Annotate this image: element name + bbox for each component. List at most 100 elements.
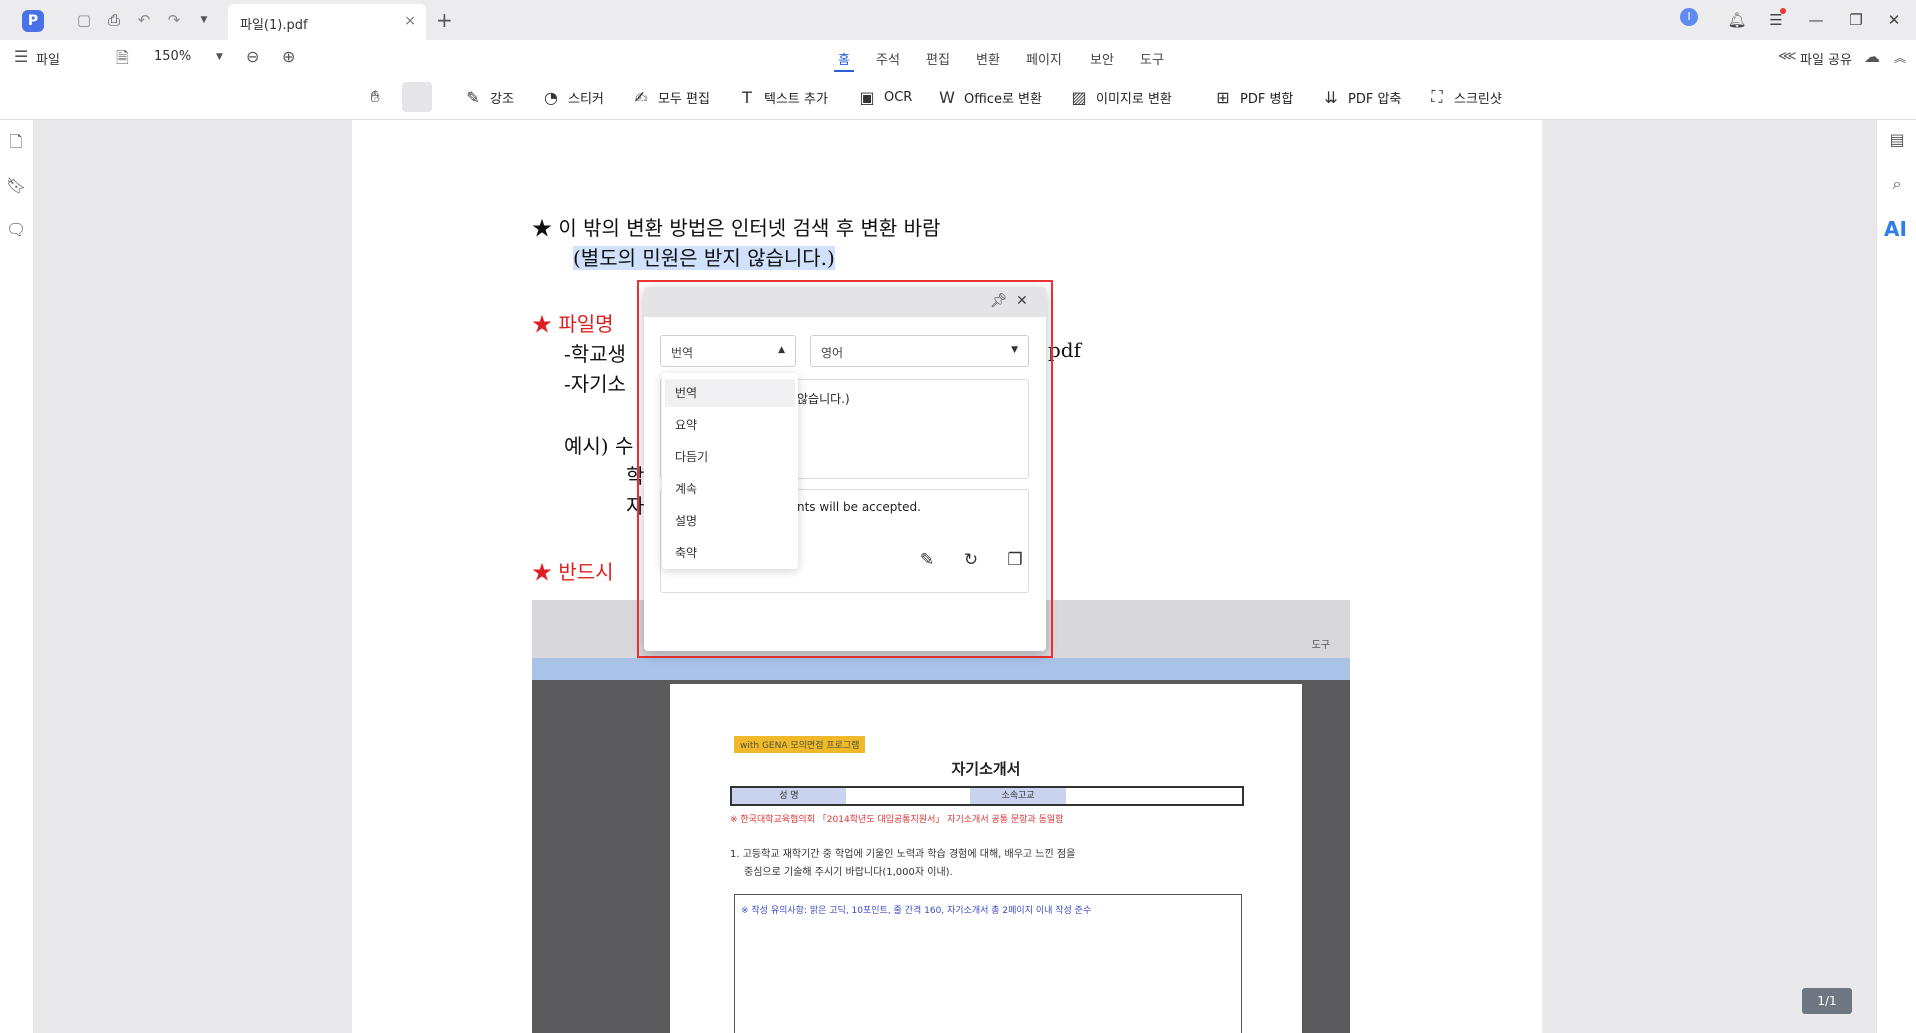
embedded-note: ※ 한국대학교육협의회 「2014학년도 대입공통지원서」 자기소개서 공통 문… xyxy=(730,815,1064,825)
ocr-label: OCR xyxy=(884,89,913,105)
app-logo-icon[interactable]: P xyxy=(22,10,44,32)
thumbnail-icon[interactable]: 🗋︎ xyxy=(6,132,26,152)
convert-to-office-button[interactable]: W Office로 변환 xyxy=(936,84,1042,110)
sticker-icon: ◔ xyxy=(544,87,558,107)
selected-text-highlight[interactable]: (별도의 민원은 받지 않습니다.) xyxy=(573,246,835,270)
ribbon-toolbar: ✋︎ ➚ ✎강조 ◔스티커 ✍︎모두 편집 T텍스트 추가 ▣OCR WOffi… xyxy=(0,74,1916,120)
tab-page[interactable]: 페이지 xyxy=(1026,49,1062,68)
language-select[interactable]: 영어 ▼ xyxy=(810,335,1029,367)
save-icon[interactable]: ▢ xyxy=(74,10,94,30)
option-translate[interactable]: 번역 xyxy=(665,379,795,407)
embedded-answer-box: ※ 작성 유의사항: 맑은 고딕, 10포인트, 줄 간격 160, 자기소개서… xyxy=(734,894,1242,1033)
copy-icon[interactable]: ❐ xyxy=(1004,549,1026,571)
tab-edit[interactable]: 편집 xyxy=(926,49,950,68)
screenshot-icon: ⛶ xyxy=(1431,87,1443,106)
image-icon: ▨ xyxy=(1071,87,1087,107)
edit-all-label: 모두 편집 xyxy=(658,91,710,107)
word-doc-icon: W xyxy=(939,87,955,107)
file-menu[interactable]: 파일 xyxy=(36,49,60,68)
comment-icon[interactable]: 🗨︎ xyxy=(6,220,26,240)
close-window-icon[interactable]: ✕ xyxy=(1882,8,1906,32)
minimize-icon[interactable]: — xyxy=(1804,8,1828,32)
option-shorten[interactable]: 축약 xyxy=(665,539,795,567)
ocr-button[interactable]: ▣ OCR xyxy=(856,84,912,110)
print-icon[interactable]: ⎙ xyxy=(104,10,124,30)
convert-to-office-label: Office로 변환 xyxy=(964,91,1042,107)
sticker-label: 스티커 xyxy=(568,91,604,107)
screenshot-label: 스크린샷 xyxy=(1454,91,1502,107)
add-text-label: 텍스트 추가 xyxy=(764,91,828,107)
merge-pdf-button[interactable]: ⊞ PDF 병합 xyxy=(1212,84,1293,110)
option-summarize[interactable]: 요약 xyxy=(665,411,795,439)
user-avatar[interactable]: I xyxy=(1680,8,1698,26)
add-text-button[interactable]: T 텍스트 추가 xyxy=(736,84,828,110)
zoom-out-icon[interactable]: ⊖ xyxy=(246,47,259,66)
doc-heading-filename: ★ 파일명 xyxy=(532,312,614,336)
regenerate-icon[interactable]: ↻ xyxy=(960,549,982,571)
highlighter-icon: ✎ xyxy=(466,87,480,107)
embedded-document-page: with GENA 모의면접 프로그램 자기소개서 성 명 소속고교 ※ 한국대… xyxy=(670,684,1302,1033)
tab-home[interactable]: 홈 xyxy=(838,49,850,68)
notification-bell-icon[interactable]: 🔔︎ xyxy=(1725,8,1749,32)
pin-icon[interactable]: 📌︎ xyxy=(990,293,1008,309)
redo-icon[interactable]: ↷ xyxy=(164,10,184,30)
document-tab[interactable]: 파일(1).pdf × xyxy=(228,4,426,40)
hand-tool[interactable]: ✋︎ xyxy=(364,84,392,110)
popup-header: 📌︎ ✕ xyxy=(644,287,1046,317)
embedded-box-text: ※ 작성 유의사항: 맑은 고딕, 10포인트, 줄 간격 160, 자기소개서… xyxy=(741,906,1092,916)
restore-icon[interactable]: ❐ xyxy=(1844,8,1868,32)
tab-tools[interactable]: 도구 xyxy=(1140,49,1164,68)
edit-all-button[interactable]: ✍︎ 모두 편집 xyxy=(630,84,710,110)
bookmark-icon[interactable]: 🔖︎ xyxy=(6,176,26,196)
option-refine[interactable]: 다듬기 xyxy=(665,443,795,471)
search-icon[interactable]: ⌕ xyxy=(1887,174,1907,194)
ocr-icon: ▣ xyxy=(859,87,875,107)
tab-comment[interactable]: 주석 xyxy=(876,49,900,68)
left-sidebar: 🗋︎ 🔖︎ 🗨︎ xyxy=(0,120,34,1033)
convert-to-image-label: 이미지로 변환 xyxy=(1096,91,1172,107)
cloud-upload-icon[interactable]: ☁ xyxy=(1864,47,1880,66)
embedded-name-table: 성 명 소속고교 xyxy=(730,786,1244,806)
sticker-button[interactable]: ◔ 스티커 xyxy=(540,84,604,110)
merge-icon: ⊞ xyxy=(1216,87,1230,107)
mode-select[interactable]: 번역 ▲ xyxy=(660,335,796,367)
convert-to-image-button[interactable]: ▨ 이미지로 변환 xyxy=(1068,84,1172,110)
popup-close-icon[interactable]: ✕ xyxy=(1016,293,1028,309)
mode-select-value: 번역 xyxy=(671,346,694,360)
quick-access-dropdown-icon[interactable]: ▼ xyxy=(194,10,214,30)
source-text: 않습니다.) xyxy=(797,392,850,406)
zoom-value[interactable]: 150% xyxy=(154,49,191,64)
zoom-dropdown-icon[interactable]: ▼ xyxy=(216,52,223,62)
document-tab-title: 파일(1).pdf xyxy=(240,18,308,33)
tab-close-icon[interactable]: × xyxy=(404,13,416,29)
embedded-question: 1. 고등학교 재학기간 중 학업에 기울인 노력과 학습 경험에 대해, 배우… xyxy=(730,846,1075,882)
collapse-ribbon-icon[interactable]: ︽ xyxy=(1894,49,1906,66)
option-continue[interactable]: 계속 xyxy=(665,475,795,503)
title-bar: P ▢ ⎙ ↶ ↷ ▼ 파일(1).pdf × + I 🔔︎ ☰ — ❐ ✕ xyxy=(0,0,1916,40)
option-explain[interactable]: 설명 xyxy=(665,507,795,535)
caret-up-icon: ▲ xyxy=(778,345,785,355)
ai-assistant-button[interactable]: AI xyxy=(1884,217,1907,241)
embedded-cell-name: 성 명 xyxy=(732,788,846,804)
menu-bar: ☰ 파일 🗎︎ 150% ▼ ⊖ ⊕ 홈 주석 편집 변환 페이지 보안 도구 … xyxy=(0,40,1916,74)
result-text: nts will be accepted. xyxy=(797,500,921,514)
highlight-pen-icon[interactable]: ✎ xyxy=(916,549,938,571)
hamburger-icon[interactable]: ☰ xyxy=(14,47,28,66)
doc-heading-must: ★ 반드시 xyxy=(532,560,614,584)
properties-icon[interactable]: ▤ xyxy=(1887,130,1907,150)
undo-icon[interactable]: ↶ xyxy=(134,10,154,30)
screenshot-button[interactable]: ⛶ 스크린샷 xyxy=(1426,84,1502,110)
share-icon[interactable]: ⋘ xyxy=(1778,49,1797,64)
share-file-button[interactable]: 파일 공유 xyxy=(1800,49,1852,68)
active-tab-indicator xyxy=(834,70,854,72)
highlight-button[interactable]: ✎ 강조 xyxy=(462,84,514,110)
doc-line-example: 예시) 수 xyxy=(564,434,634,458)
tab-convert[interactable]: 변환 xyxy=(976,49,1000,68)
zoom-in-icon[interactable]: ⊕ xyxy=(282,47,295,66)
caret-down-icon: ▼ xyxy=(1011,345,1018,355)
page-view-icon[interactable]: 🗎︎ xyxy=(116,47,129,74)
new-tab-icon[interactable]: + xyxy=(436,8,453,32)
compress-pdf-button[interactable]: ⇊ PDF 압축 xyxy=(1320,84,1401,110)
tab-security[interactable]: 보안 xyxy=(1090,49,1114,68)
text-box-icon: T xyxy=(742,87,752,107)
